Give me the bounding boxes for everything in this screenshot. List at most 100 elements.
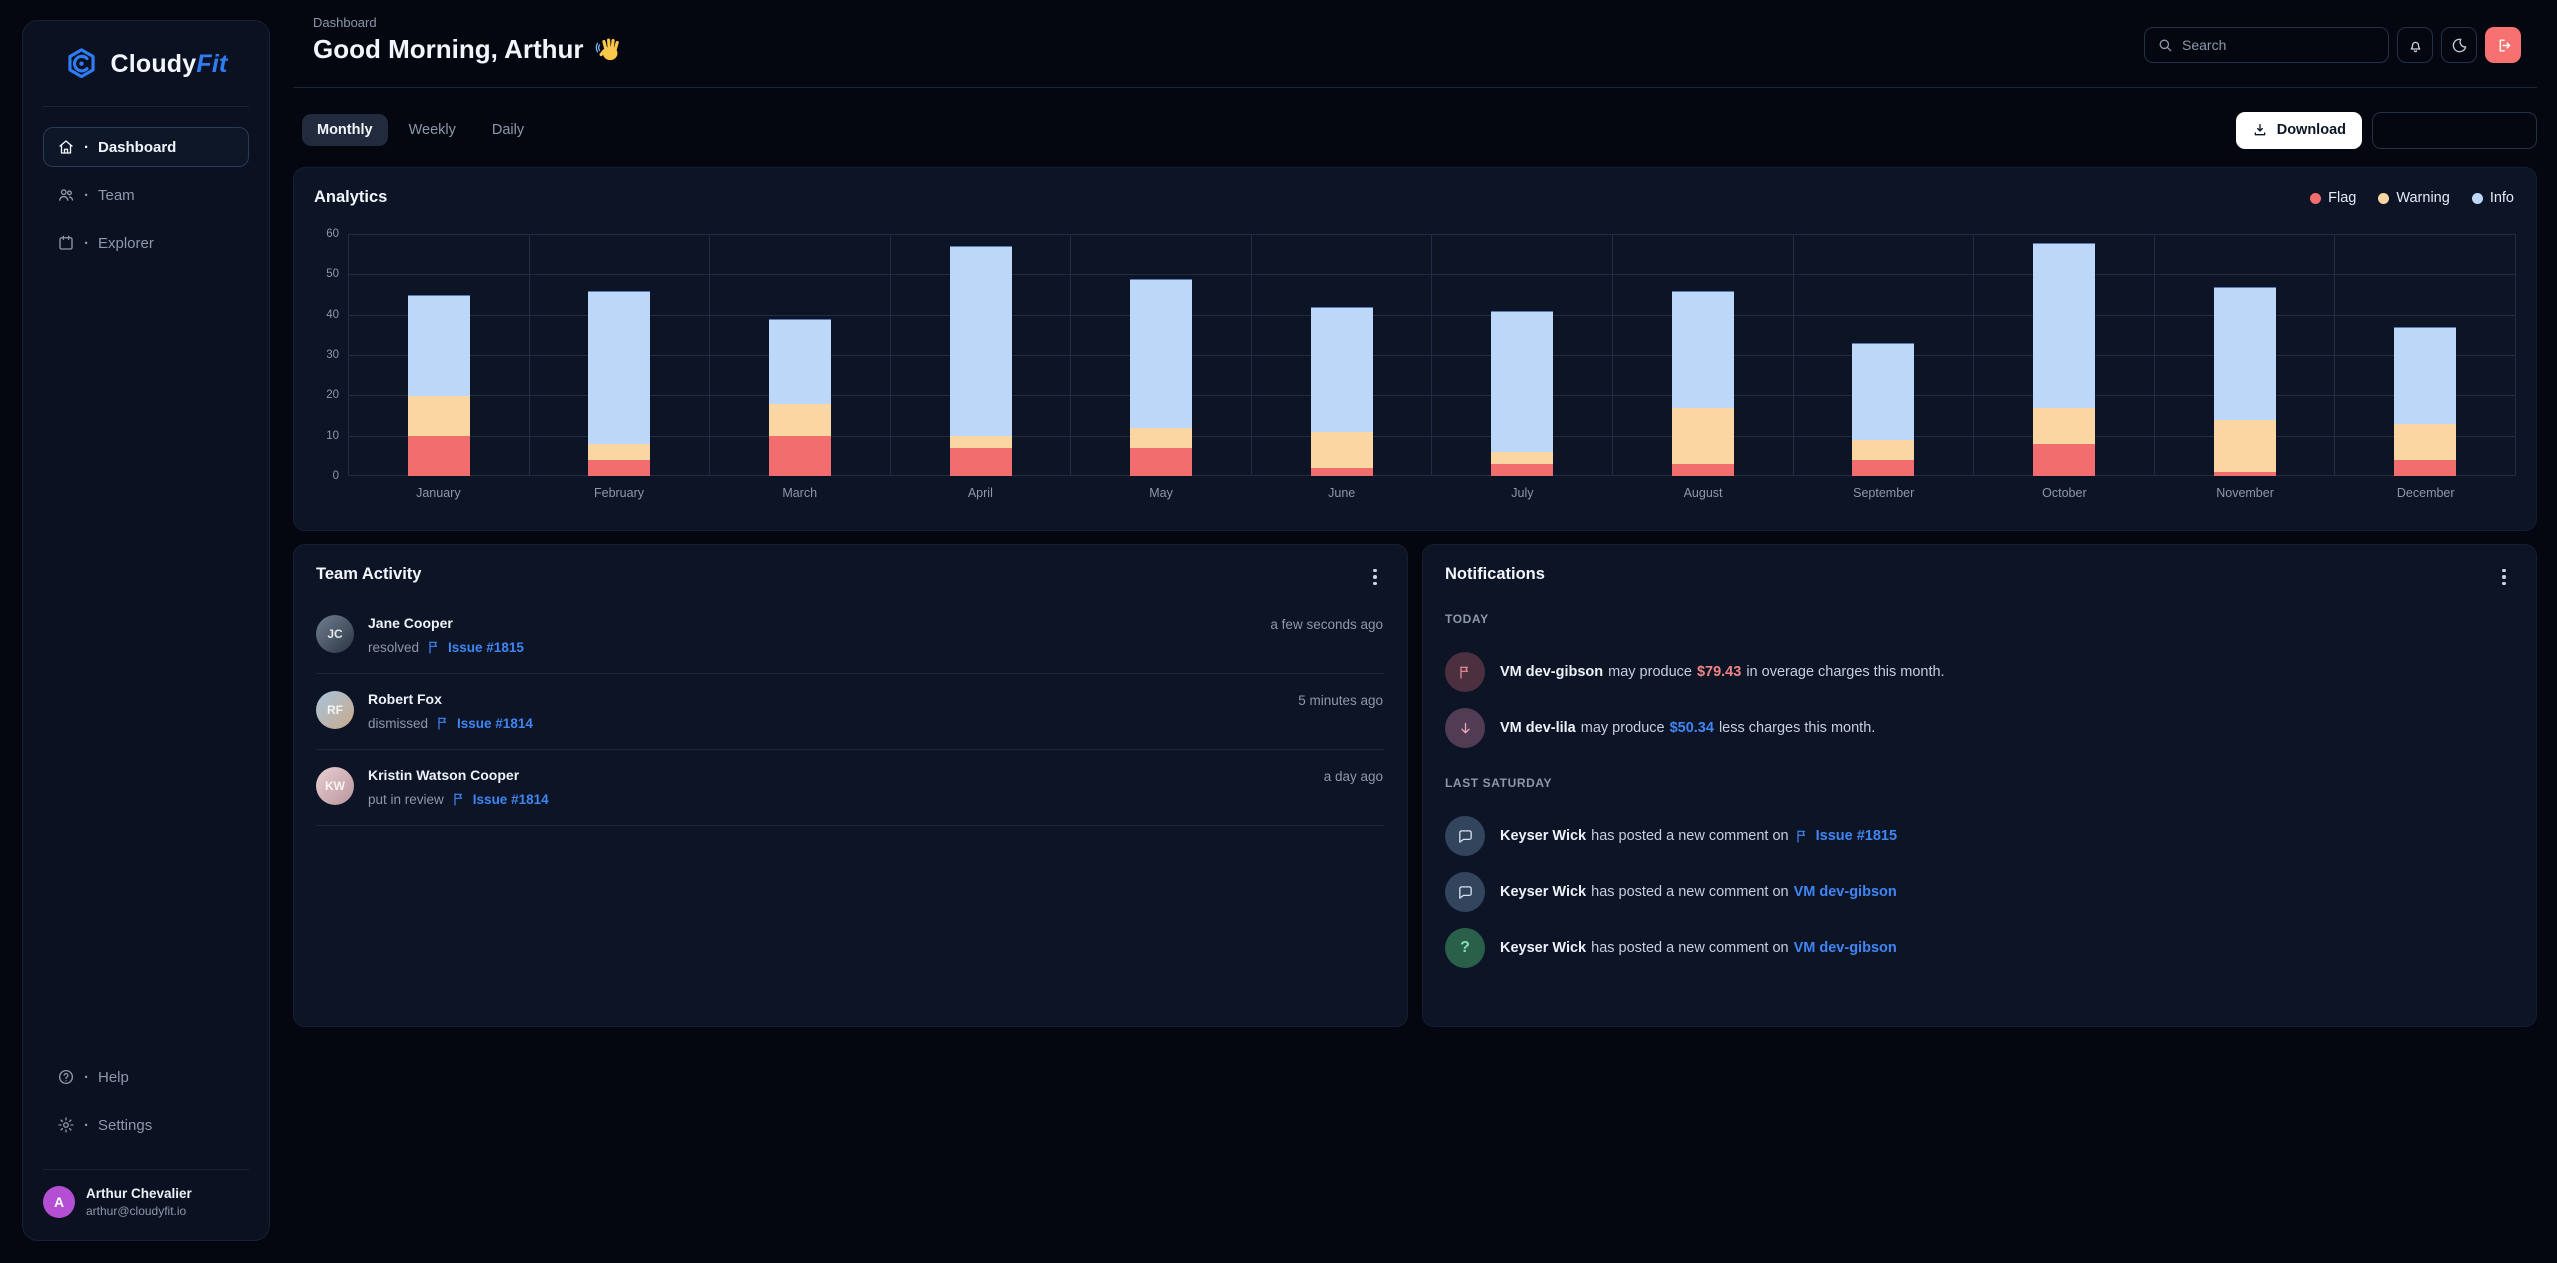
notification-link[interactable]: Issue #1815 [1794,828,1897,844]
x-axis-label: June [1328,486,1356,500]
issue-link[interactable]: Issue #1814 [435,715,533,731]
nav-label: Dashboard [98,138,177,156]
x-axis-label: February [593,486,645,500]
chart-column-june [1250,234,1432,476]
legend-item-warning: Warning [2378,190,2450,206]
cloudyfit-logo-icon [68,48,96,79]
bar-segment-info [768,319,831,404]
activity-row: JC Jane Cooper resolved Issue #1815 a few se… [316,598,1385,674]
home-icon [56,138,75,157]
dark-mode-toggle[interactable] [2441,27,2477,63]
tab-daily[interactable]: Daily [477,114,539,146]
team-activity-menu-button[interactable] [1363,565,1387,589]
tab-weekly[interactable]: Weekly [394,114,471,146]
analytics-title: Analytics [314,188,388,206]
activity-timestamp: 5 minutes ago [1298,693,1383,708]
nav-label: Explorer [98,234,154,252]
chart-legend: Flag Warning Info [2310,190,2514,206]
member-name: Jane Cooper [368,615,453,631]
date-input[interactable] [2348,122,2525,138]
tab-monthly[interactable]: Monthly [302,114,388,146]
bell-icon [2410,41,2420,52]
sidebar-item-dashboard[interactable]: Dashboard [43,127,249,167]
users-icon [56,186,75,205]
notifications-button[interactable] [2397,27,2433,63]
activity-row: RF Robert Fox dismissed Issue #1814 5 minute… [316,674,1385,750]
user-profile[interactable]: A Arthur Chevalier arthur@cloudyfit.io [23,1170,269,1222]
bar-segment-flag [1671,464,1734,476]
legend-item-info: Info [2471,190,2514,206]
x-axis-label: September [1853,486,1915,500]
y-tick: 40 [326,308,339,321]
bar-segment-warning [2213,420,2276,472]
issue-link[interactable]: Issue #1815 [426,639,524,655]
x-axis-label: July [1511,486,1534,500]
stacked-bar [1671,291,1734,476]
notifications-list: TODAY VM dev-gibson may produce $79.43 in… [1445,612,2514,968]
y-axis: 60 50 40 30 20 10 0 [314,228,348,482]
bar-segment-flag [407,436,470,476]
sidebar-item-explorer[interactable]: Explorer [43,223,249,263]
notification-text: VM dev-gibson may produce $79.43 in over… [1500,664,1945,680]
bar-segment-flag [1491,464,1554,476]
notifications-menu-button[interactable] [2492,565,2516,589]
chart-column-july [1431,234,1612,476]
chart-column-november [2153,234,2335,476]
y-tick: 20 [326,389,339,402]
date-picker[interactable] [2348,111,2537,149]
activity-timestamp: a day ago [1323,769,1383,784]
search-input[interactable] [2182,37,2376,53]
sidebar-item-settings[interactable]: Settings [43,1105,249,1145]
app-name: CloudyFit [110,50,228,78]
flag-icon [1445,652,1485,692]
sidebar: CloudyFit Dashboard Team Explorer Help Sett… [22,20,270,1241]
nav-label: Team [98,186,135,204]
bar-segment-info [1852,343,1915,440]
flag-icon [451,791,467,807]
activity-action: put in review [368,791,444,807]
flag-icon [1794,828,1810,844]
sidebar-item-team[interactable]: Team [43,175,249,215]
member-name: Kristin Watson Cooper [368,767,520,783]
legend-dot [2378,192,2390,204]
nav-label: Settings [98,1116,153,1134]
notification-link[interactable]: VM dev-gibson [1794,940,1897,956]
stacked-bar [407,295,470,476]
bar-segment-flag [1130,448,1193,476]
x-axis-label: January [416,486,461,500]
main-content: Dashboard Good Morning, Arthur Search Mo… [293,0,2537,1027]
sidebar-item-help[interactable]: Help [43,1057,249,1097]
chart-column-february [528,234,710,476]
avatar: JC [316,615,354,653]
avatar: RF [316,691,354,729]
logout-button[interactable] [2485,27,2521,63]
notification-link[interactable]: VM dev-gibson [1794,884,1897,900]
comment-icon [1445,872,1485,912]
bar-segment-warning [588,444,651,460]
search-icon [2159,39,2172,52]
sidebar-footer-nav: Help Settings [23,1037,269,1145]
stacked-bar [588,291,651,476]
x-axis-label: May [1149,486,1173,500]
calendar-icon [56,234,75,253]
legend-item-flag: Flag [2310,190,2356,206]
search-box[interactable] [2144,27,2389,63]
bar-segment-flag [1852,460,1915,476]
moon-icon [2452,38,2466,52]
chart-column-october [1973,234,2154,476]
download-button[interactable]: Download [2235,111,2362,149]
avatar: KW [316,767,354,805]
x-axis-label: October [2042,486,2087,500]
stacked-bar [1310,307,1373,476]
arrow-down-icon [1445,708,1485,748]
notifications-title: Notifications [1445,565,1545,583]
y-tick: 10 [326,429,339,442]
bar-segment-warning [1491,452,1554,464]
y-tick: 30 [326,349,339,361]
bar-segment-info [2394,327,2457,424]
bar-segment-flag [1310,468,1373,476]
x-axis-label: March [782,486,818,500]
issue-link[interactable]: Issue #1814 [451,791,549,807]
bar-segment-warning [768,404,831,436]
notification-item: VM dev-gibson may produce $79.43 in over… [1445,652,2514,692]
